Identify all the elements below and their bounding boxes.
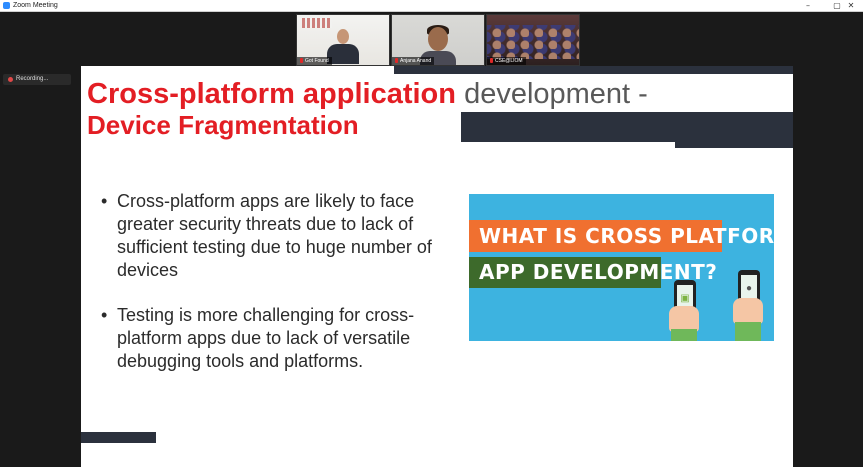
- meeting-side-area: [793, 66, 863, 467]
- participant-name: CSE@LIOM: [495, 58, 523, 64]
- participant-avatar: [428, 27, 448, 51]
- close-button[interactable]: ✕: [839, 0, 863, 12]
- apple-icon: ●: [745, 283, 753, 294]
- participant-tile[interactable]: Got Found: [296, 14, 390, 66]
- participant-video-strip: Got Found Anjana Anand CSE@LIOM: [296, 14, 580, 66]
- slide-title-red: Cross-platform application: [87, 78, 456, 110]
- participant-name-label: CSE@LIOM: [487, 57, 526, 65]
- slide-decor-bar: [394, 66, 793, 74]
- slide-bullet: Cross-platform apps are likely to face g…: [101, 190, 441, 282]
- slide-title: Cross-platform application development -: [87, 76, 648, 112]
- slide-title-line2: Device Fragmentation: [87, 110, 359, 140]
- minimize-button[interactable]: –: [796, 0, 820, 12]
- recording-label: Recording...: [16, 76, 49, 82]
- slide-bullet: Testing is more challenging for cross-pl…: [101, 304, 441, 373]
- slide-decor-bar: [675, 142, 793, 148]
- sleeve-icon: [735, 322, 761, 341]
- illustration-banner-line1: WHAT IS CROSS PLATFORM: [469, 220, 774, 252]
- hand-icon: [733, 298, 763, 324]
- classroom-video: [487, 25, 579, 59]
- shared-screen-slide: Cross-platform application development -…: [81, 66, 793, 467]
- cross-platform-illustration: WHAT IS CROSS PLATFORM APP DEVELOPMENT? …: [469, 194, 774, 341]
- participant-name: Anjana Anand: [400, 58, 432, 64]
- mic-muted-icon: [490, 58, 493, 64]
- illustration-banner-line2: APP DEVELOPMENT?: [469, 257, 717, 288]
- banner-logo: [302, 18, 332, 28]
- sleeve-icon: [671, 329, 697, 341]
- mic-muted-icon: [300, 58, 303, 64]
- recording-indicator[interactable]: Recording...: [3, 74, 71, 85]
- participant-name-label: Anjana Anand: [392, 57, 435, 65]
- participant-tile[interactable]: CSE@LIOM: [486, 14, 580, 66]
- title-bar: Zoom Meeting – ▢ ✕: [0, 0, 863, 12]
- participant-tile[interactable]: Anjana Anand: [391, 14, 485, 66]
- slide-title-gray: development -: [464, 78, 648, 110]
- slide-bullet-list: Cross-platform apps are likely to face g…: [101, 190, 441, 395]
- participant-avatar: [337, 29, 349, 44]
- window-title: Zoom Meeting: [13, 2, 58, 9]
- slide-decor-bar: [461, 112, 793, 142]
- participant-name: Got Found: [305, 58, 329, 64]
- participant-body: [327, 44, 359, 64]
- mic-muted-icon: [395, 58, 398, 64]
- slide-decor-bar: [81, 432, 156, 443]
- recording-dot-icon: [8, 77, 13, 82]
- android-icon: ▣: [680, 293, 690, 304]
- participant-name-label: Got Found: [297, 57, 332, 65]
- zoom-app-icon: [3, 2, 10, 9]
